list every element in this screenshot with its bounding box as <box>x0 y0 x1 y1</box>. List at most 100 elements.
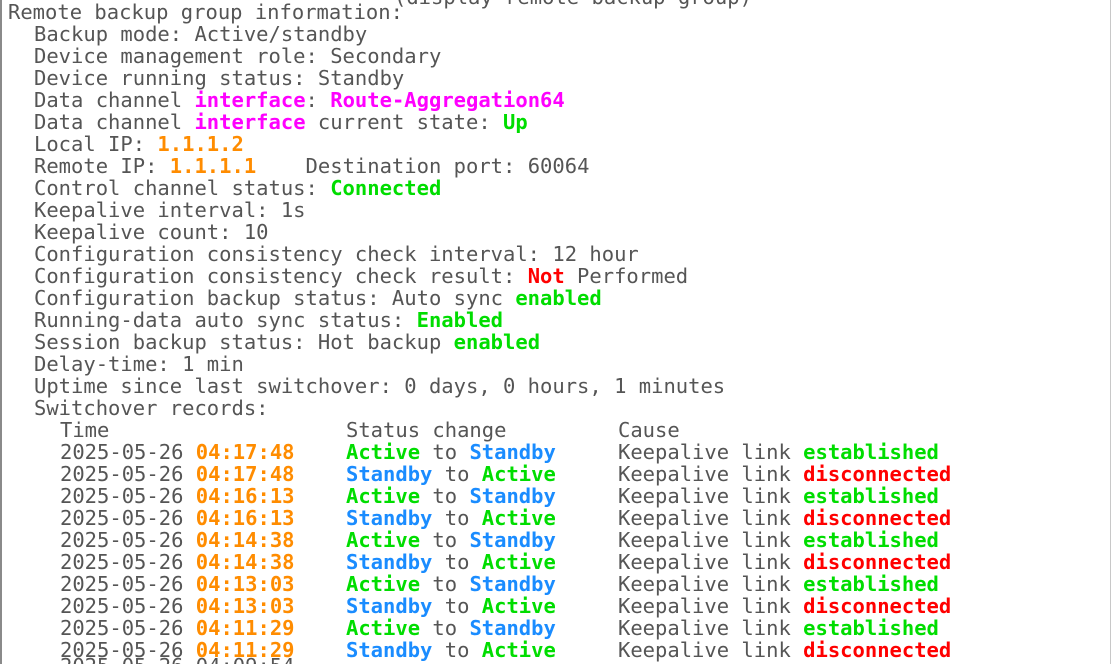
record-time: 04:11:29 <box>195 616 295 640</box>
record-date: 2025-05-26 <box>60 462 196 486</box>
record-time: 04:16:13 <box>195 484 295 508</box>
running-status-value: Standby <box>317 66 405 90</box>
record-date: 2025-05-26 <box>60 616 196 640</box>
running-data-value: Enabled <box>416 308 504 332</box>
record-status-change: Standby to Active <box>346 507 618 529</box>
record-cause: Keepalive link disconnected <box>618 595 951 617</box>
records-header-status: Status change <box>346 418 507 442</box>
remote-ip-line: Remote IP: 1.1.1.1 Destination port: 600… <box>8 155 1110 177</box>
record-status-change: Standby to Active <box>346 639 618 661</box>
record-cause: Keepalive link established <box>618 485 939 507</box>
record-from-state: Standby <box>346 462 433 486</box>
record-timestamp: 2025-05-26 04:11:29 <box>60 617 346 639</box>
record-row: 2025-05-26 04:16:13 Active to Standby Keep… <box>8 485 1110 507</box>
keepalive-count-line: Keepalive count: 10 <box>34 220 269 244</box>
terminal-window[interactable]: (display remote-backup-group) Remote bac… <box>0 0 1111 664</box>
record-to-word: to <box>432 462 482 486</box>
control-channel-line: Control channel status: Connected <box>8 177 1110 199</box>
record-cause-prefix: Keepalive link <box>618 638 804 662</box>
backup-mode-label: Backup mode: <box>34 22 195 46</box>
data-channel-prefix: Data channel <box>34 110 195 134</box>
record-timestamp: 2025-05-26 04:14:38 <box>60 551 346 573</box>
consistency-result-line: Configuration consistency check result: … <box>8 265 1110 287</box>
session-backup-label: Session backup status: Hot backup <box>34 330 454 354</box>
next-record-partial: 2025-05-26 04:09:54 <box>60 655 295 664</box>
record-timestamp: 2025-05-26 04:14:38 <box>60 529 346 551</box>
consistency-result-label: Configuration consistency check result: <box>34 264 528 288</box>
record-date: 2025-05-26 <box>60 440 196 464</box>
consistency-result-not: Not <box>527 264 565 288</box>
record-to-state: Active <box>481 594 556 618</box>
record-cause-prefix: Keepalive link <box>618 484 804 508</box>
record-row: 2025-05-26 04:14:38 Standby to Active Keep… <box>8 551 1110 573</box>
record-to-state: Active <box>481 462 556 486</box>
remote-ip-label: Remote IP: <box>34 154 170 178</box>
session-backup-line: Session backup status: Hot backup enable… <box>8 331 1110 353</box>
record-row: 2025-05-26 04:17:48 Active to Standby Keep… <box>8 441 1110 463</box>
interface-name: Route-Aggregation64 <box>330 88 565 112</box>
management-role-value: Secondary <box>330 44 442 68</box>
record-timestamp: 2025-05-26 04:13:03 <box>60 573 346 595</box>
separator: : <box>305 88 331 112</box>
record-cause-prefix: Keepalive link <box>618 572 804 596</box>
record-cause-result: disconnected <box>803 462 952 486</box>
record-to-word: to <box>432 506 482 530</box>
record-cause-prefix: Keepalive link <box>618 616 804 640</box>
record-cause-result: established <box>803 484 939 508</box>
record-cause: Keepalive link established <box>618 529 939 551</box>
record-cause: Keepalive link established <box>618 441 939 463</box>
record-row: 2025-05-26 04:13:03 Active to Standby Keep… <box>8 573 1110 595</box>
records-header-cause: Cause <box>618 418 680 442</box>
record-time: 04:13:03 <box>195 572 295 596</box>
record-time: 04:17:48 <box>195 462 295 486</box>
record-to-state: Standby <box>469 528 556 552</box>
record-row: 2025-05-26 04:17:48 Standby to Active Keep… <box>8 463 1110 485</box>
consistency-interval-line: Configuration consistency check interval… <box>34 242 639 266</box>
record-from-state: Active <box>346 440 421 464</box>
control-channel-label: Control channel status: <box>34 176 331 200</box>
management-role-label: Device management role: <box>34 44 331 68</box>
record-time: 04:14:38 <box>195 550 295 574</box>
record-cause: Keepalive link disconnected <box>618 507 951 529</box>
local-ip-value: 1.1.1.2 <box>157 132 244 156</box>
record-date: 2025-05-26 <box>60 550 196 574</box>
record-to-word: to <box>432 550 482 574</box>
records-header-time: Time <box>60 418 110 442</box>
record-from-state: Standby <box>346 638 433 662</box>
record-cause-result: established <box>803 528 939 552</box>
record-date: 2025-05-26 <box>60 506 196 530</box>
records-header: Time Status change Cause <box>8 419 1110 441</box>
record-to-state: Active <box>481 550 556 574</box>
record-cause-result: established <box>803 572 939 596</box>
record-from-state: Active <box>346 572 421 596</box>
record-time: 04:16:13 <box>195 506 295 530</box>
record-to-word: to <box>420 440 470 464</box>
record-row: 2025-05-26 04:13:03 Standby to Active Keep… <box>8 595 1110 617</box>
record-timestamp: 2025-05-26 04:13:03 <box>60 595 346 617</box>
config-backup-value: enabled <box>515 286 602 310</box>
record-from-state: Standby <box>346 506 433 530</box>
record-cause-prefix: Keepalive link <box>618 594 804 618</box>
terminal-output: Remote backup group information: Backup … <box>8 1 1110 661</box>
record-to-state: Active <box>481 638 556 662</box>
record-date: 2025-05-26 <box>60 484 196 508</box>
record-from-state: Active <box>346 528 421 552</box>
record-from-state: Standby <box>346 594 433 618</box>
record-to-word: to <box>420 616 470 640</box>
control-channel-value: Connected <box>330 176 442 200</box>
record-to-state: Standby <box>469 440 556 464</box>
record-cause-result: disconnected <box>803 638 952 662</box>
record-time: 04:13:03 <box>195 594 295 618</box>
record-cause-prefix: Keepalive link <box>618 440 804 464</box>
local-ip-label: Local IP: <box>34 132 158 156</box>
running-data-label: Running-data auto sync status: <box>34 308 417 332</box>
record-row: 2025-05-26 04:11:29 Active to Standby Keep… <box>8 617 1110 639</box>
local-ip-line: Local IP: 1.1.1.2 <box>8 133 1110 155</box>
record-status-change: Standby to Active <box>346 551 618 573</box>
session-backup-value: enabled <box>453 330 541 354</box>
management-role-line: Device management role: Secondary <box>8 45 1110 67</box>
record-time: 04:17:48 <box>195 440 295 464</box>
consistency-result-rest: Performed <box>564 264 689 288</box>
record-cause-result: disconnected <box>803 550 952 574</box>
record-time: 04:14:38 <box>195 528 295 552</box>
